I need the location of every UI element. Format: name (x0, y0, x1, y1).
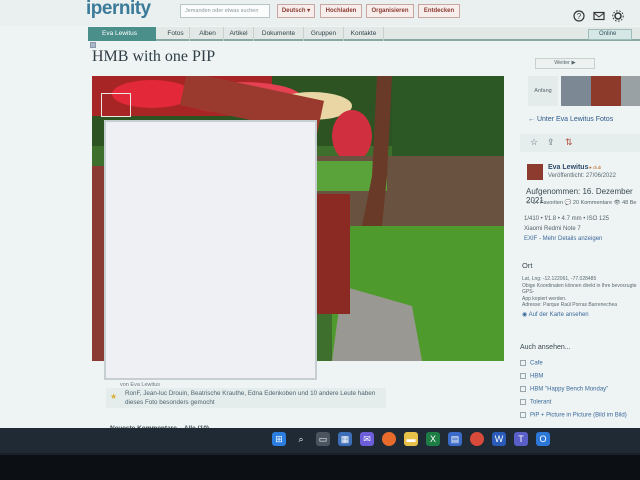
group-link-tolerant[interactable]: Tolerant (520, 399, 551, 406)
photo-title: HMB with one PIP (92, 48, 216, 65)
group-link-hbm[interactable]: HBM (520, 373, 543, 380)
group-label: Tolerant (530, 399, 552, 406)
tab-kontakte[interactable]: Kontakte (344, 27, 384, 41)
back-to-photos-link[interactable]: ← Unter Eva Lewitus Fotos (528, 116, 613, 123)
organize-button[interactable]: Organisieren (366, 4, 414, 18)
also-seen-heading: Auch ansehen... (520, 344, 571, 351)
map-link[interactable]: ◉ Auf der Karte ansehen (522, 311, 589, 318)
photo-stats: ☆ 14 Favoriten 💬 20 Kommentare 👁 48 Be (526, 200, 637, 206)
star-icon: ★ (110, 392, 118, 401)
group-label: HBM "Happy Bench Monday" (530, 386, 609, 393)
word-icon[interactable]: W (492, 432, 506, 446)
tab-artikel[interactable]: Artikel (224, 27, 254, 41)
excel-icon[interactable]: X (426, 432, 440, 446)
geo-note-line1: Obige Koordinaten können direkt in Ihre … (522, 282, 637, 296)
explore-button[interactable]: Entdecken (418, 4, 460, 18)
group-icon (520, 360, 526, 366)
geo-address: Adresse: Parque Raúl Porras Barrenechea (522, 302, 618, 308)
pip-corner-frame (101, 93, 131, 117)
group-icon (520, 386, 526, 392)
next-button[interactable]: Weiter ▶ (535, 58, 595, 69)
group-label: Cafe (530, 360, 543, 367)
club-badge: ● club (589, 165, 602, 170)
search-icon[interactable]: ⌕ (294, 432, 308, 446)
group-link-pip[interactable]: PiP + Picture in Picture (Bild im Bild) (520, 412, 627, 419)
upload-button[interactable]: Hochladen (320, 4, 362, 18)
thumbnail-3[interactable] (621, 76, 640, 106)
group-label: HBM (530, 373, 544, 380)
tab-dokumente[interactable]: Dokumente (254, 27, 304, 41)
camera-model: Xiaomi Redmi Note 7 (524, 226, 581, 232)
chat-icon[interactable]: ✉ (360, 432, 374, 446)
start-thumbnail[interactable]: Anfang (528, 76, 558, 106)
online-status-badge[interactable]: Online (588, 29, 632, 40)
site-header: ipernity Jemanden oder etwas suchen Deut… (0, 0, 640, 26)
windows-start-icon[interactable]: ⊞ (272, 432, 286, 446)
globe-icon: ◉ (522, 312, 529, 318)
thumbnail-2[interactable] (591, 76, 621, 106)
location-heading: Ort (522, 261, 533, 270)
profile-tab-bar: Eva Lewitus Fotos Alben Artikel Dokument… (88, 27, 640, 41)
svg-text:?: ? (577, 12, 582, 21)
author-name[interactable]: Eva Lewitus (548, 164, 588, 171)
file-explorer-icon[interactable]: ▬ (404, 432, 418, 446)
tab-fotos[interactable]: Fotos (162, 27, 190, 41)
teams-icon[interactable]: T (514, 432, 528, 446)
search-input[interactable]: Jemanden oder etwas suchen (180, 4, 270, 18)
tab-gruppen[interactable]: Gruppen (304, 27, 344, 41)
outlook-icon[interactable]: O (536, 432, 550, 446)
ipernity-logo[interactable]: ipernity (86, 0, 151, 20)
sort-icon[interactable]: ⇅ (565, 137, 573, 148)
chrome-icon[interactable] (470, 432, 484, 446)
settings-icon[interactable] (612, 10, 624, 22)
task-view-icon[interactable]: ▭ (316, 432, 330, 446)
screen: ipernity Jemanden oder etwas suchen Deut… (0, 0, 640, 437)
exif-values: 1/410 • f/1.8 • 4.7 mm • ISO 125 (524, 216, 610, 222)
thumbnail-1[interactable] (561, 76, 591, 106)
group-link-cafe[interactable]: Cafe (520, 360, 543, 367)
favorites-text: RonF, Jean-luc Drouin, Beatrische Krauth… (125, 390, 376, 406)
group-icon (520, 399, 526, 405)
group-icon (520, 373, 526, 379)
tab-alben[interactable]: Alben (192, 27, 224, 41)
online-status-label: Online (599, 31, 617, 37)
pip-inset-frame[interactable] (104, 120, 317, 380)
store-icon[interactable]: ▤ (448, 432, 462, 446)
published-date: Veröffentlicht: 27/06/2022 (548, 173, 616, 179)
group-link-happy-bench[interactable]: HBM "Happy Bench Monday" (520, 386, 608, 393)
group-icon (520, 412, 526, 418)
exif-block: 1/410 • f/1.8 • 4.7 mm • ISO 125 Xiaomi … (524, 214, 609, 244)
geo-block: Lat, Lng: -12.122061, -77.028485 Obige K… (522, 276, 640, 309)
tab-user-profile[interactable]: Eva Lewitus (88, 27, 156, 41)
monitor-bezel (0, 455, 640, 480)
widgets-icon[interactable]: ▦ (338, 432, 352, 446)
user-tab-label: Eva Lewitus (102, 30, 138, 37)
language-button[interactable]: Deutsch ▾ (277, 4, 315, 18)
share-icon[interactable]: ⇪ (547, 137, 555, 148)
favorite-star-icon[interactable]: ☆ (530, 137, 538, 148)
group-label: PiP + Picture in Picture (Bild im Bild) (530, 412, 627, 419)
map-link-label: Auf der Karte ansehen (528, 312, 589, 318)
avatar[interactable] (527, 164, 543, 180)
mail-icon[interactable] (593, 10, 605, 22)
firefox-icon[interactable] (382, 432, 396, 446)
exif-details-link[interactable]: EXIF - Mehr Details anzeigen (524, 234, 609, 244)
help-icon[interactable]: ? (573, 10, 585, 22)
